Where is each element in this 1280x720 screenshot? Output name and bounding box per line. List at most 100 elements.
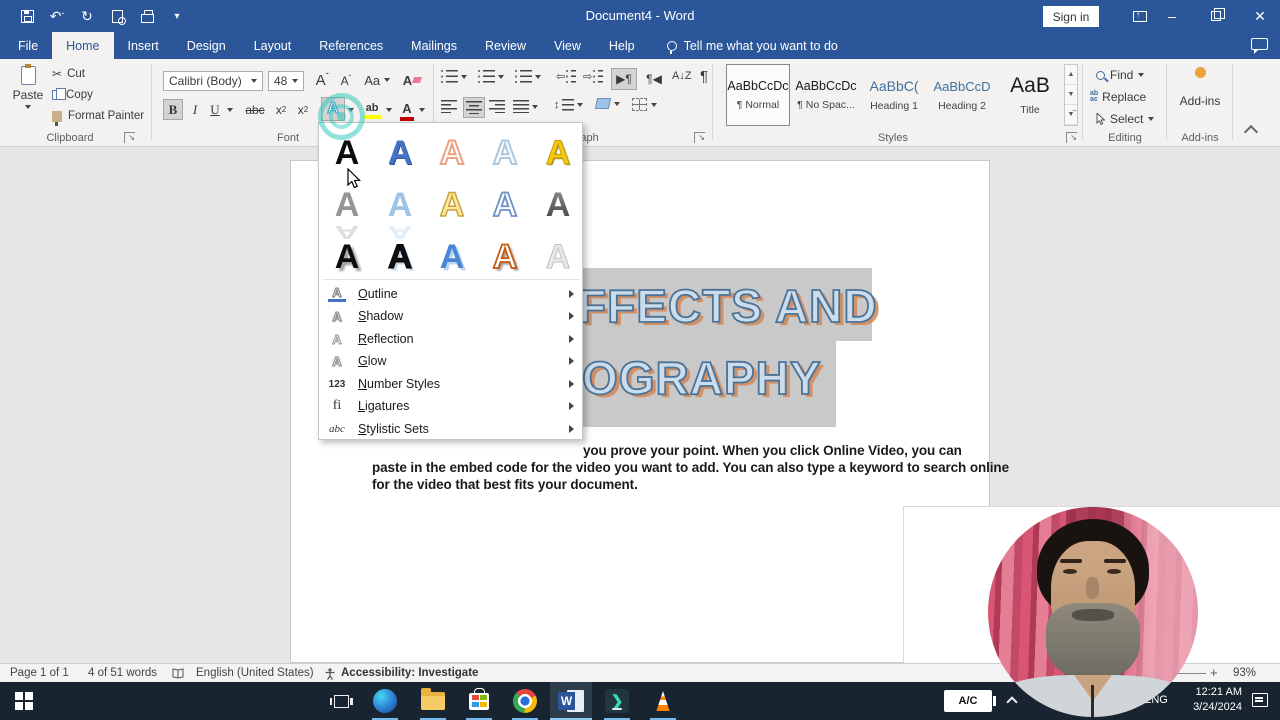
tab-view[interactable]: View	[540, 32, 595, 59]
store-button[interactable]	[458, 682, 500, 720]
grow-font-button[interactable]: A ˇ̈	[311, 69, 333, 91]
notification-center-icon[interactable]	[1252, 693, 1268, 707]
shading-button[interactable]	[594, 98, 620, 109]
battery-indicator[interactable]: A/C	[944, 690, 996, 712]
italic-button[interactable]: I	[187, 99, 203, 120]
menu-item-outline[interactable]: A Outline	[320, 283, 582, 305]
tell-me-box[interactable]: Tell me what you want to do	[666, 32, 838, 59]
format-painter-button[interactable]: Format Painter	[52, 110, 144, 126]
accessibility-status[interactable]: Accessibility: Investigate	[341, 667, 478, 679]
style-heading-2[interactable]: AaBbCcD Heading 2	[930, 64, 994, 126]
bold-button[interactable]: B	[163, 99, 183, 120]
start-button[interactable]	[0, 682, 48, 720]
effect-style-7[interactable]: A	[377, 182, 423, 228]
underline-dropdown-icon[interactable]	[224, 99, 236, 120]
edge-button[interactable]	[364, 682, 406, 720]
styles-dialog-launcher-icon[interactable]: ↘	[1066, 132, 1077, 143]
media-app-button[interactable]: ❯	[596, 682, 638, 720]
effect-style-2[interactable]: A	[377, 130, 423, 176]
justify-button[interactable]	[513, 100, 538, 113]
effect-style-4[interactable]: A	[482, 130, 528, 176]
tab-mailings[interactable]: Mailings	[397, 32, 471, 59]
tab-review[interactable]: Review	[471, 32, 540, 59]
menu-item-glow[interactable]: A Glow	[320, 350, 582, 372]
decrease-indent-button[interactable]: ⇦	[556, 70, 577, 83]
comments-icon[interactable]	[1251, 38, 1268, 54]
menu-item-shadow[interactable]: A Shadow	[320, 305, 582, 327]
font-color-button[interactable]: A	[397, 97, 417, 121]
accessibility-icon[interactable]	[324, 668, 337, 680]
effect-style-12[interactable]: A	[377, 234, 423, 280]
restore-icon[interactable]	[1196, 0, 1236, 32]
multilevel-list-button[interactable]	[515, 70, 541, 83]
effect-style-8[interactable]: A	[429, 182, 475, 228]
copy-button[interactable]: Copy	[52, 87, 93, 101]
font-family-combo[interactable]: Calibri (Body)	[163, 71, 263, 91]
menu-item-number-styles[interactable]: 123 Number Styles	[320, 373, 582, 395]
tab-references[interactable]: References	[305, 32, 397, 59]
style-no-spacing[interactable]: AaBbCcDc ¶ No Spac...	[794, 64, 858, 126]
language-indicator[interactable]: English (United States)	[196, 667, 314, 679]
subscript-button[interactable]: x2	[271, 99, 291, 120]
collapse-ribbon-icon[interactable]	[1243, 124, 1259, 140]
styles-gallery-scroll[interactable]: ▲ ▼ ▼̅	[1064, 64, 1078, 126]
align-left-button[interactable]	[441, 100, 457, 113]
center-button[interactable]	[463, 97, 485, 118]
menu-item-stylistic-sets[interactable]: abc Stylistic Sets	[320, 418, 582, 440]
clipboard-dialog-launcher-icon[interactable]: ↘	[124, 132, 135, 143]
task-view-button[interactable]	[320, 682, 362, 720]
tab-layout[interactable]: Layout	[240, 32, 306, 59]
word-count[interactable]: 4 of 51 words	[88, 667, 157, 679]
zoom-level[interactable]: 93%	[1233, 667, 1256, 679]
sign-in-button[interactable]: Sign in	[1043, 6, 1099, 27]
highlight-dropdown-icon[interactable]	[383, 99, 395, 120]
effect-style-3[interactable]: A	[429, 130, 475, 176]
file-explorer-button[interactable]	[412, 682, 454, 720]
superscript-button[interactable]: x2	[293, 99, 313, 120]
page-indicator[interactable]: Page 1 of 1	[10, 667, 69, 679]
numbering-button[interactable]	[478, 70, 504, 83]
effect-style-5[interactable]: A	[535, 130, 581, 176]
align-right-button[interactable]	[489, 100, 505, 113]
show-paragraph-marks-button[interactable]: ¶	[700, 68, 708, 85]
left-to-right-button[interactable]: ▶ ¶	[611, 68, 637, 90]
tab-help[interactable]: Help	[595, 32, 649, 59]
bullets-button[interactable]	[441, 70, 467, 83]
cut-button[interactable]: ✂ Cut	[52, 67, 85, 81]
menu-item-ligatures[interactable]: fi Ligatures	[320, 395, 582, 417]
font-size-combo[interactable]: 48	[268, 71, 304, 91]
clock-date[interactable]: 3/24/2024	[1180, 701, 1242, 713]
clear-formatting-button[interactable]: A	[400, 69, 424, 91]
style-title[interactable]: AaB Title	[998, 64, 1062, 126]
tab-insert[interactable]: Insert	[114, 32, 173, 59]
change-case-button[interactable]: Aa	[362, 69, 392, 91]
proofing-icon[interactable]	[172, 668, 185, 680]
shrink-font-button[interactable]: Aˇ	[336, 71, 356, 91]
right-to-left-button[interactable]: ¶ ◀	[641, 68, 667, 90]
chrome-button[interactable]	[504, 682, 546, 720]
menu-item-reflection[interactable]: A Reflection	[320, 328, 582, 350]
vlc-button[interactable]	[642, 682, 684, 720]
font-color-dropdown-icon[interactable]	[416, 99, 428, 120]
tab-design[interactable]: Design	[173, 32, 240, 59]
paste-button[interactable]: Paste	[10, 64, 46, 126]
select-button[interactable]: Select	[1096, 112, 1155, 126]
underline-button[interactable]: U	[207, 99, 223, 120]
zoom-in-icon[interactable]: +	[1210, 665, 1218, 680]
clock-time[interactable]: 12:21 AM	[1180, 686, 1242, 698]
effect-style-10[interactable]: A	[535, 182, 581, 228]
find-button[interactable]: Find	[1096, 68, 1145, 82]
word-taskbar-button[interactable]: W	[550, 682, 592, 720]
borders-button[interactable]	[632, 98, 657, 111]
effect-style-13[interactable]: A	[429, 234, 475, 280]
strikethrough-button[interactable]: abc	[242, 99, 268, 120]
minimize-icon[interactable]: –	[1152, 0, 1192, 32]
tab-home[interactable]: Home	[52, 32, 114, 59]
style-heading-1[interactable]: AaBbC( Heading 1	[862, 64, 926, 126]
tab-file[interactable]: File	[0, 32, 52, 59]
add-ins-button[interactable]: Add-ins	[1172, 67, 1228, 125]
sort-button[interactable]: A↓Z	[672, 70, 692, 82]
effect-style-15[interactable]: A	[535, 234, 581, 280]
effect-style-9[interactable]: A	[482, 182, 528, 228]
increase-indent-button[interactable]: ⇨	[583, 70, 604, 83]
